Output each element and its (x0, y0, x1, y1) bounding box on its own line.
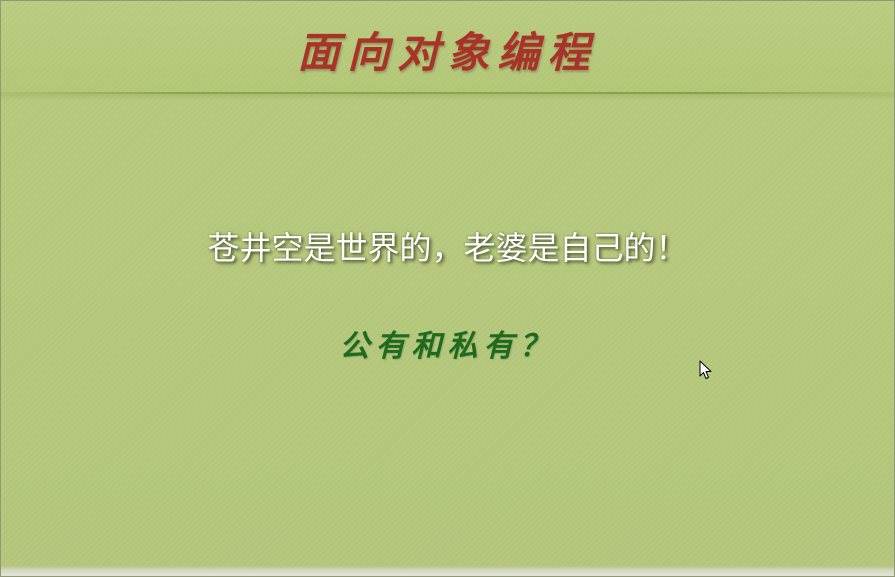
presentation-slide: 面向对象编程 苍井空是世界的，老婆是自己的！ 公有和私有？ (0, 0, 895, 577)
title-divider-shadow (1, 94, 894, 100)
arrow-cursor-icon (699, 360, 712, 379)
bottom-edge (1, 566, 894, 576)
slide-question: 公有和私有？ (339, 329, 556, 364)
slide-statement: 苍井空是世界的，老婆是自己的！ (207, 229, 688, 267)
slide-title: 面向对象编程 (297, 28, 598, 77)
